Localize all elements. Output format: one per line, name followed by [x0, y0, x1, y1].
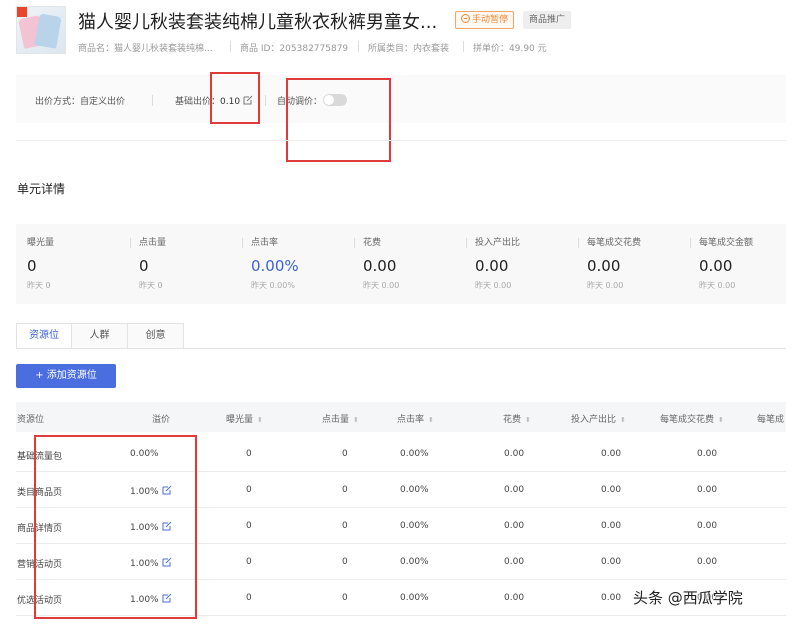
table-cell: 0.00% [400, 557, 429, 567]
tab-resource[interactable]: 资源位 [16, 323, 72, 349]
metric-amount-per-order: 每笔成交金额 0.00 昨天 0.00 [699, 238, 754, 290]
sort-icon: ⬍ [257, 416, 263, 424]
tab-audience[interactable]: 人群 [72, 323, 128, 349]
metric-clicks: 点击量 0 昨天 0 [139, 238, 167, 290]
table-cell: 0.00% [400, 593, 429, 603]
annotation-box [286, 78, 391, 162]
table-cell: 0.00% [400, 485, 429, 495]
tab-creative[interactable]: 创意 [128, 323, 184, 349]
table-cell: 0.00 [601, 593, 622, 603]
table-cell: 0.00 [697, 557, 718, 567]
product-thumbnail [16, 6, 66, 54]
meta-product-name: 商品名：猫人婴儿秋装套装纯棉... [78, 44, 213, 54]
th-cost[interactable]: 花费 ⬍ [503, 412, 531, 425]
th-cost-per-order[interactable]: 每笔成交花费 ⬍ [660, 412, 724, 425]
metric-ctr: 点击率 0.00% 昨天 0.00% [251, 238, 299, 290]
product-title: 猫人婴儿秋装套装纯棉儿童秋衣秋裤男童女... [78, 12, 438, 33]
table-cell: 0.00 [697, 449, 718, 459]
meta-group-price: 拼单价：49.90 元 [473, 44, 547, 54]
status-label: 手动暂停 [472, 15, 509, 25]
bid-panel [16, 75, 786, 123]
th-amount-per-order: 每笔成 [757, 415, 785, 425]
bid-mode: 出价方式：自定义出价 [35, 97, 126, 107]
th-impressions[interactable]: 曝光量 ⬍ [226, 412, 263, 425]
meta-category: 所属类目：内衣套装 [368, 44, 450, 54]
table-cell: 0.00 [504, 521, 525, 531]
table-cell: 0 [342, 485, 348, 495]
table-cell: 0 [246, 521, 252, 531]
status-badge[interactable]: 手动暂停 [455, 11, 515, 29]
metric-cost-per-order: 每笔成交花费 0.00 昨天 0.00 [587, 238, 642, 290]
table-cell: 0.00 [504, 593, 525, 603]
th-roi[interactable]: 投入产出比 ⬍ [571, 412, 626, 425]
table-cell: 0 [342, 557, 348, 567]
sort-icon: ⬍ [353, 416, 359, 424]
table-cell: 0.00 [504, 485, 525, 495]
th-resource: 资源位 [17, 415, 45, 425]
table-cell: 0 [246, 557, 252, 567]
table-cell: 0 [246, 485, 252, 495]
meta-product-id: 商品 ID：205382775879 [240, 44, 349, 54]
table-cell: 0 [342, 521, 348, 531]
metric-roi: 投入产出比 0.00 昨天 0.00 [475, 238, 521, 290]
section-title: 单元详情 [17, 182, 66, 196]
th-premium: 溢价 [152, 415, 171, 425]
table-cell: 0 [246, 449, 252, 459]
table-cell: 0.00 [504, 557, 525, 567]
table-cell: 0.00 [601, 521, 622, 531]
table-cell: 0.00 [601, 485, 622, 495]
table-cell: 0.00 [504, 449, 525, 459]
th-clicks[interactable]: 点击量 ⬍ [322, 412, 359, 425]
table-cell: 0.00 [697, 485, 718, 495]
sort-icon: ⬍ [620, 416, 626, 424]
table-cell: 0.00% [400, 449, 429, 459]
th-ctr[interactable]: 点击率 ⬍ [397, 412, 434, 425]
metric-cost: 花费 0.00 昨天 0.00 [363, 238, 400, 290]
sort-icon: ⬍ [428, 416, 434, 424]
tab-bar: 资源位 人群 创意 [16, 323, 184, 349]
table-cell: 0.00% [400, 521, 429, 531]
table-cell: 0.00 [601, 557, 622, 567]
promotion-type-badge: 商品推广 [523, 11, 572, 29]
add-resource-button[interactable]: + 添加资源位 [16, 364, 116, 388]
table-cell: 0.00 [601, 449, 622, 459]
table-cell: 0 [342, 593, 348, 603]
sort-icon: ⬍ [525, 416, 531, 424]
metric-impressions: 曝光量 0 昨天 0 [27, 238, 55, 290]
annotation-box [210, 72, 260, 124]
watermark: 头条 @西瓜学院 [633, 589, 743, 607]
table-cell: 0.00 [697, 521, 718, 531]
pause-icon [461, 14, 470, 23]
sort-icon: ⬍ [718, 416, 724, 424]
annotation-box [34, 435, 197, 619]
table-cell: 0 [342, 449, 348, 459]
table-cell: 0 [246, 593, 252, 603]
